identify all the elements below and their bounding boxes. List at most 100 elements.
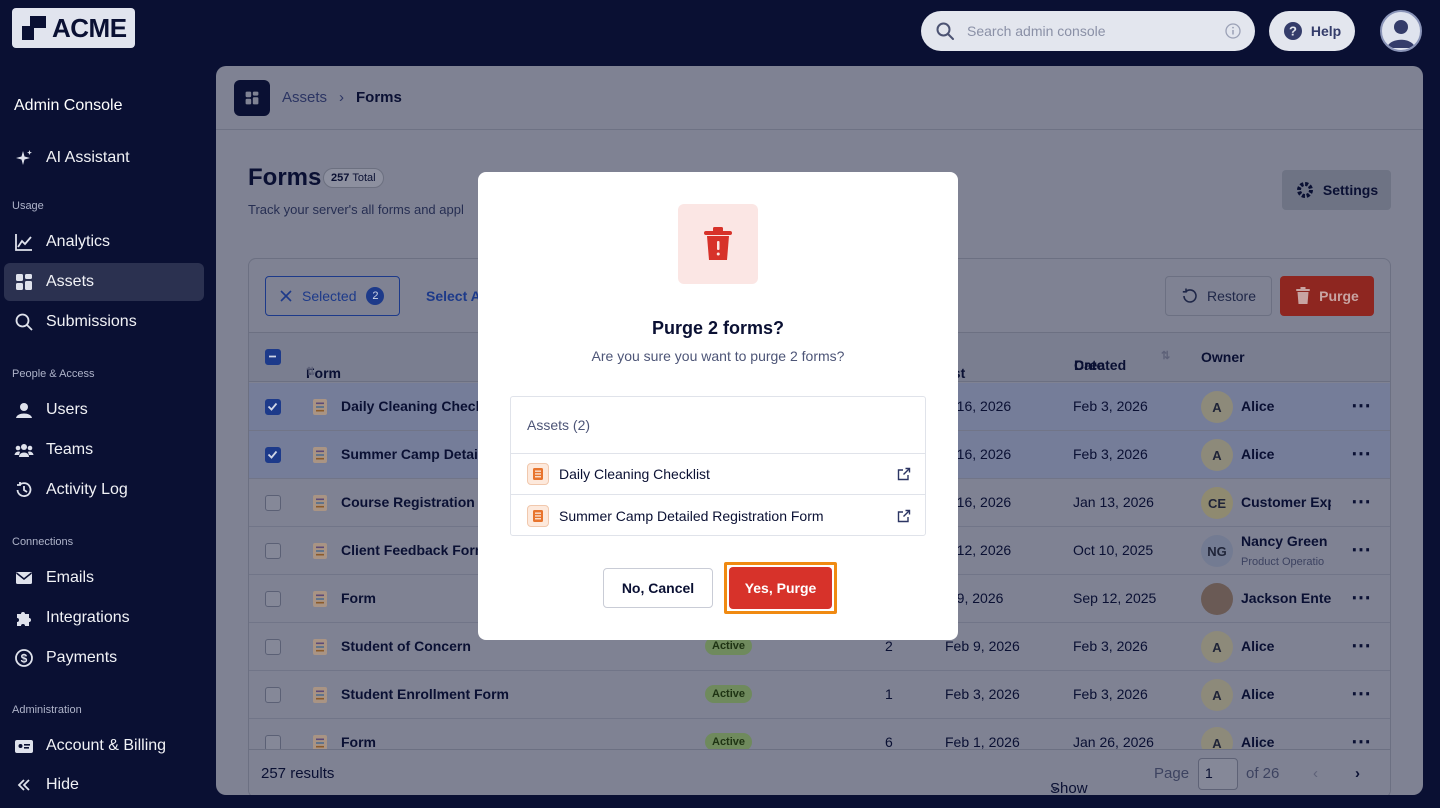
owner-name: Alice [1241,734,1275,750]
puzzle-icon [17,612,31,626]
breadcrumb-assets-link[interactable]: Assets [282,89,327,106]
sidebar-item-teams[interactable]: Teams [4,431,204,469]
sidebar-item-submissions[interactable]: Submissions [4,303,204,341]
table-row[interactable]: Student Enrollment Form Active 1 Feb 3, 202… [249,671,1390,719]
more-options-icon[interactable]: ⋯ [1351,537,1372,562]
sidebar-hide-button[interactable]: Hide [4,766,204,804]
sidebar-item-activity-log[interactable]: Activity Log [4,471,204,509]
sidebar-item-account-billing[interactable]: Account & Billing [4,727,204,765]
more-options-icon[interactable]: ⋯ [1351,393,1372,418]
sparkle-icon [16,150,32,165]
sidebar-item-label: Hide [46,776,79,793]
owner-name: Alice [1241,398,1275,414]
sidebar-item-label: Assets [46,273,95,290]
sort-icon[interactable]: ⇅ [1161,349,1170,362]
more-options-icon[interactable]: ⋯ [1351,441,1372,466]
form-icon [313,639,327,655]
restore-icon [1182,288,1197,303]
select-all-link[interactable]: Select A [426,288,481,304]
last-edit-date: Feb 1, 2026 [945,734,1020,750]
sidebar-item-emails[interactable]: Emails [4,559,204,597]
sidebar-item-assets[interactable]: Assets [4,263,204,301]
info-icon[interactable] [1225,23,1241,39]
sidebar-item-integrations[interactable]: Integrations [4,599,204,637]
sidebar-item-analytics[interactable]: Analytics [4,223,204,261]
page-subtitle: Track your server's all forms and appl [248,202,464,217]
form-icon [313,447,327,463]
sidebar-item-label: Emails [46,569,95,586]
more-options-icon[interactable]: ⋯ [1351,489,1372,514]
form-name[interactable]: Summer Camp Detail [341,446,482,462]
help-button[interactable]: ? Help [1269,11,1355,51]
form-icon [313,399,327,415]
selected-label: Selected [302,288,357,304]
sidebar-item-ai-assistant[interactable]: AI Assistant [4,139,204,177]
col-date-created-label-2: Created [1074,357,1127,373]
settings-button[interactable]: Settings [1282,170,1391,210]
form-name[interactable]: Daily Cleaning Check [341,398,483,414]
restore-button[interactable]: Restore [1165,276,1272,316]
date-created: Feb 3, 2026 [1073,398,1148,414]
purge-button[interactable]: Purge [1280,276,1374,316]
breadcrumb-current: Forms [356,89,402,106]
form-name[interactable]: Student Enrollment Form [341,686,509,702]
row-checkbox[interactable] [265,639,281,655]
page-number-input[interactable]: 1 [1198,758,1238,790]
external-link-icon[interactable] [897,509,911,523]
grid-icon [16,274,32,290]
owner-avatar: A [1201,439,1233,471]
sidebar-item-users[interactable]: Users [4,391,204,429]
sidebar-section-usage: Usage [12,200,44,212]
more-options-icon[interactable]: ⋯ [1351,585,1372,610]
submission-count: 1 [885,686,893,702]
chevron-left-icon[interactable]: ‹ [1313,765,1318,782]
sidebar-title: Admin Console [14,97,123,114]
form-name[interactable]: Client Feedback Form [341,542,487,558]
submission-count: 6 [885,734,893,750]
chevron-right-icon[interactable]: › [1355,765,1360,782]
breadcrumb-separator: › [339,89,345,106]
row-checkbox[interactable] [265,591,281,607]
search-icon [936,22,954,40]
cancel-button[interactable]: No, Cancel [603,568,713,608]
total-badge: 257 Total [323,168,384,188]
row-checkbox[interactable] [265,447,281,463]
trash-icon [678,204,758,284]
row-checkbox[interactable] [265,399,281,415]
chart-line-icon [15,234,32,251]
form-name[interactable]: Course Registration T [341,494,487,510]
row-checkbox[interactable] [265,687,281,703]
owner-avatar: CE [1201,487,1233,519]
user-avatar[interactable] [1380,10,1422,52]
row-checkbox[interactable] [265,543,281,559]
user-icon [16,403,32,418]
trash-icon [1296,287,1311,304]
acme-logo[interactable]: ACME [12,8,135,48]
clear-selection-button[interactable]: Selected 2 [265,276,400,316]
admin-search-input[interactable]: Search admin console [921,11,1255,51]
dialog-title: Purge 2 forms? [651,318,785,338]
more-options-icon[interactable]: ⋯ [1351,681,1372,706]
sidebar-item-label: Account & Billing [46,737,167,754]
selected-count-badge: 2 [366,287,385,305]
assets-list: Assets (2) Daily Cleaning Checklist Summ… [510,396,926,536]
dollar-icon: $ [15,649,33,667]
more-options-icon[interactable]: ⋯ [1351,633,1372,658]
row-checkbox[interactable] [265,495,281,511]
assets-home-icon[interactable] [234,79,270,116]
form-name[interactable]: Form [341,734,376,750]
asset-item: Daily Cleaning Checklist [511,454,925,495]
form-name[interactable]: Form [341,590,376,606]
sidebar-item-payments[interactable]: $ Payments [4,639,204,677]
dialog-subtitle: Are you sure you want to purge 2 forms? [591,348,845,364]
owner-name: Alice [1241,638,1275,654]
sidebar-section-connections: Connections [12,536,74,548]
confirm-purge-button[interactable]: Yes, Purge [729,567,832,609]
form-name[interactable]: Student of Concern [341,638,471,654]
owner-avatar: A [1201,391,1233,423]
external-link-icon[interactable] [897,467,911,481]
form-icon [313,543,327,559]
date-created: Feb 3, 2026 [1073,686,1148,702]
select-all-checkbox[interactable] [265,349,281,365]
breadcrumb: Assets › Forms [216,66,1423,130]
